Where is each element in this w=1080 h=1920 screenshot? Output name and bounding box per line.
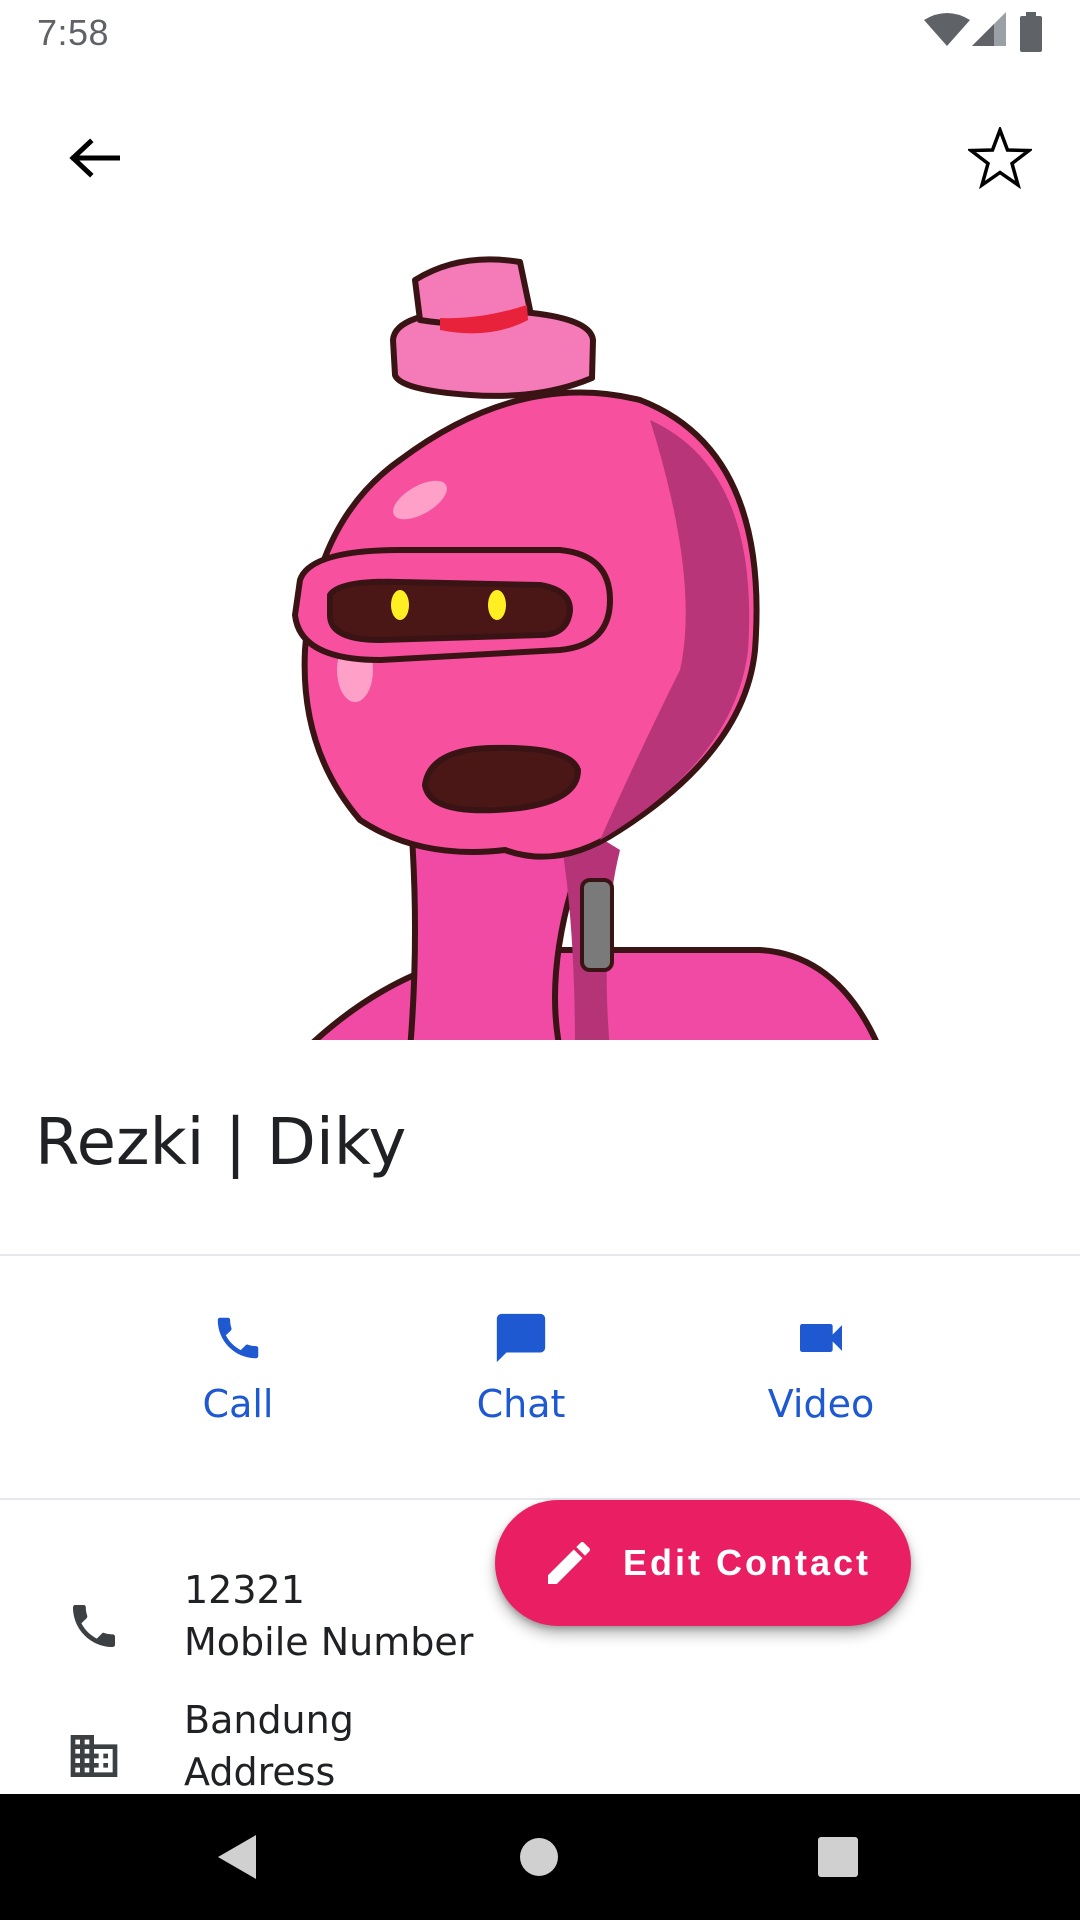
status-icons: [924, 12, 1044, 52]
video-label: Video: [767, 1382, 875, 1426]
nav-recents-icon: [818, 1837, 858, 1877]
star-outline-icon: [968, 127, 1032, 189]
nav-home-button[interactable]: [506, 1824, 572, 1890]
contact-name: Rezki | Diky: [35, 1106, 407, 1180]
call-label: Call: [202, 1382, 274, 1426]
wifi-icon: [924, 13, 970, 46]
back-button[interactable]: [50, 114, 138, 202]
nav-home-icon: [520, 1838, 558, 1876]
contact-avatar-image: [292, 256, 879, 1040]
nav-back-icon: [218, 1835, 256, 1879]
app-bar: [0, 100, 1080, 212]
phone-type: Mobile Number: [184, 1620, 474, 1664]
business-icon: [70, 1735, 118, 1777]
chat-label: Chat: [476, 1382, 566, 1426]
status-bar: 7:58: [0, 0, 1080, 64]
system-nav-bar: [0, 1794, 1080, 1920]
address-detail-row[interactable]: Bandung Address: [0, 1698, 1080, 1808]
phone-icon: [73, 1605, 115, 1647]
favorite-button[interactable]: [956, 114, 1044, 202]
action-row: Call Chat Video: [0, 1256, 1080, 1496]
phone-icon: [217, 1317, 259, 1359]
address-value: Bandung: [184, 1698, 354, 1742]
chat-bubble-icon: [496, 1313, 546, 1363]
status-time: 7:58: [37, 12, 110, 53]
divider-bottom: [0, 1498, 1080, 1500]
call-button[interactable]: Call: [138, 1306, 338, 1446]
video-button[interactable]: Video: [721, 1306, 921, 1446]
videocam-icon: [800, 1324, 842, 1352]
contact-photo: [0, 250, 1080, 1040]
phone-number: 12321: [184, 1568, 305, 1612]
edit-contact-label: Edit Contact: [623, 1542, 871, 1583]
edit-pencil-icon: [548, 1542, 590, 1584]
battery-icon: [1020, 12, 1042, 52]
nav-recents-button[interactable]: [805, 1824, 871, 1890]
address-type: Address: [184, 1750, 336, 1794]
edit-contact-button[interactable]: Edit Contact: [495, 1500, 911, 1626]
cell-signal-icon: [972, 12, 1006, 46]
arrow-back-icon: [69, 138, 120, 178]
chat-button[interactable]: Chat: [421, 1306, 621, 1446]
nav-back-button[interactable]: [204, 1824, 270, 1890]
